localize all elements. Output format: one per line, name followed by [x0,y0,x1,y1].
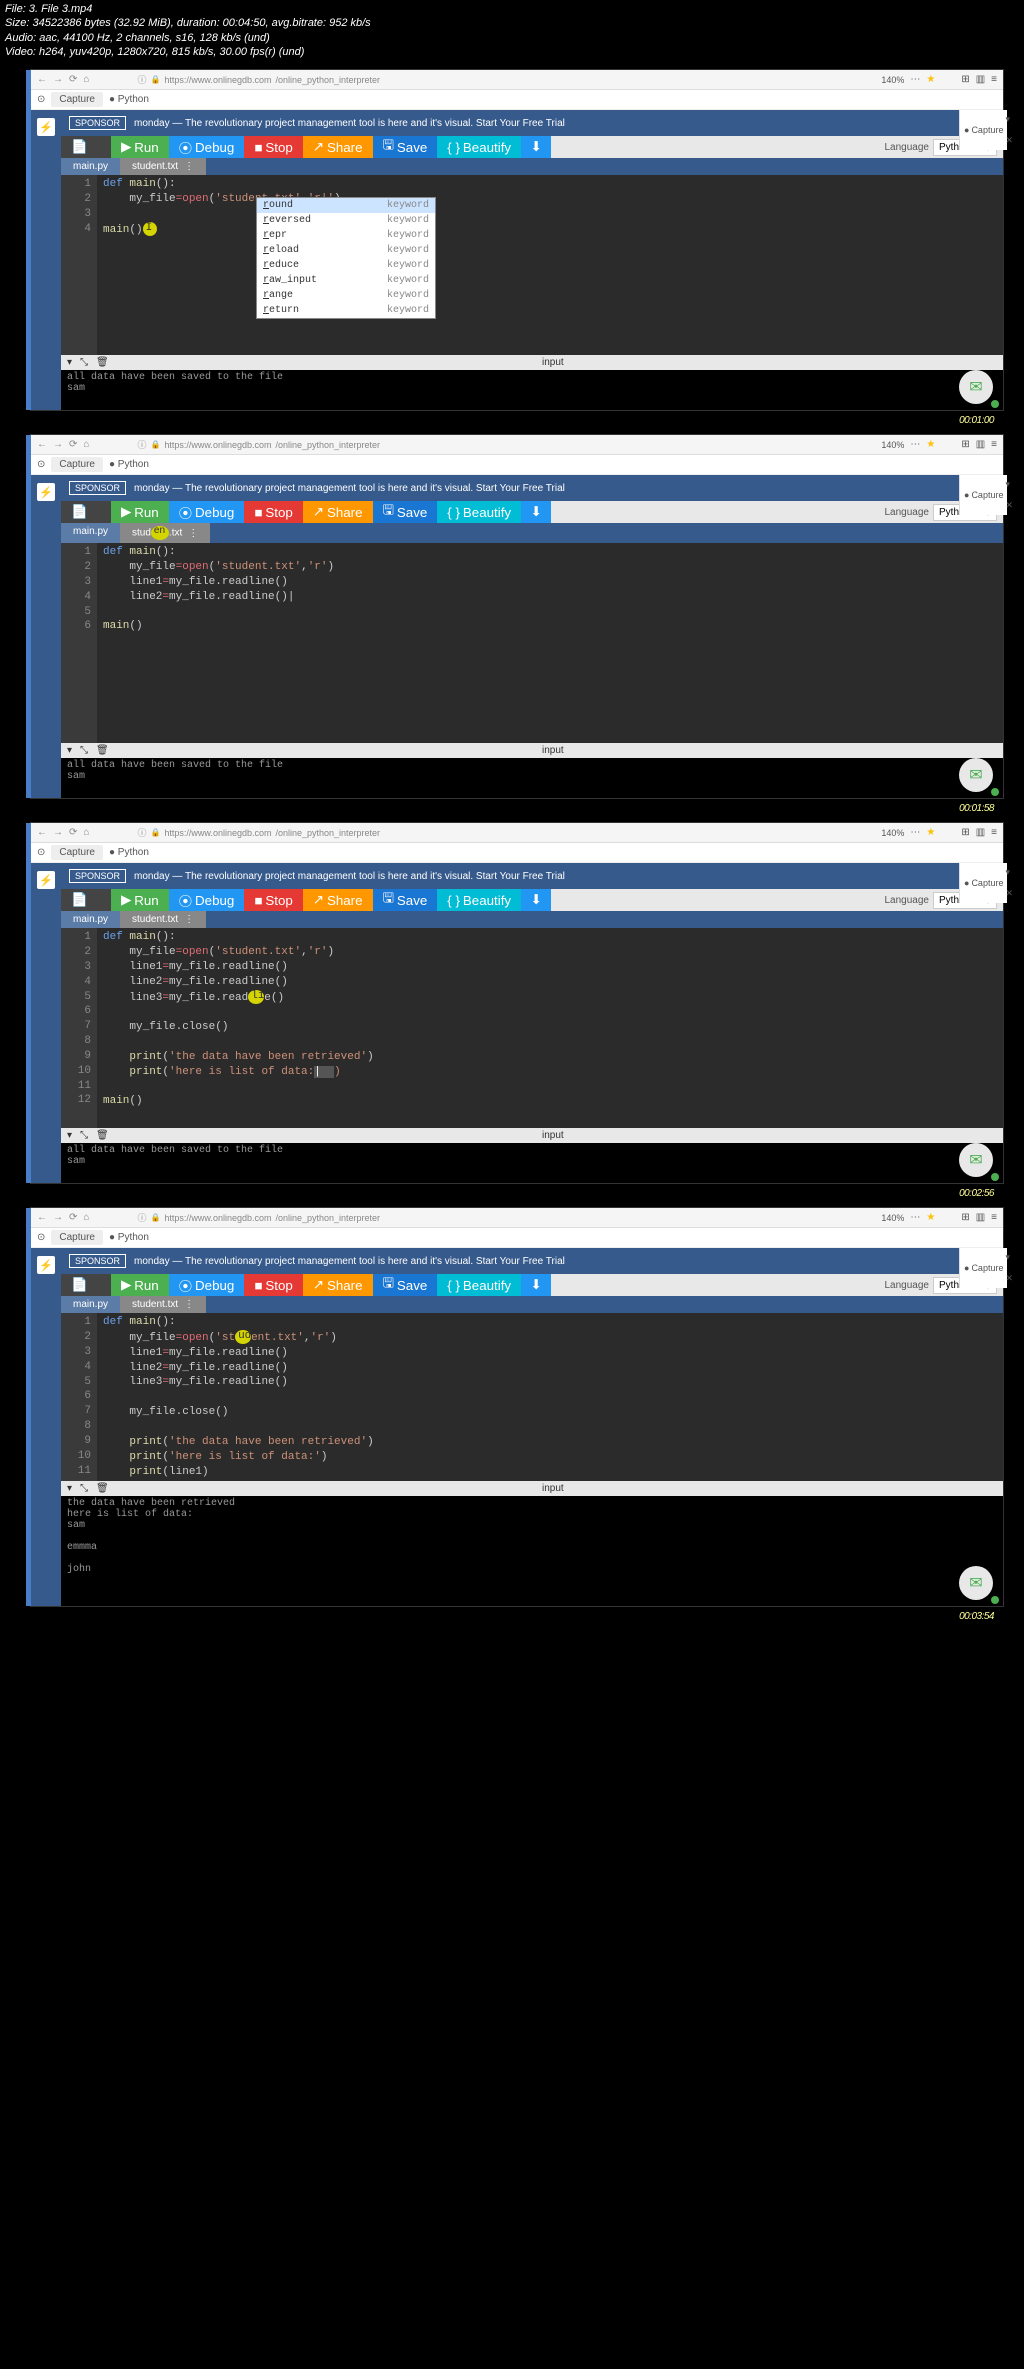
debug-button[interactable]: ⦿ Debug [169,136,245,158]
stop-button[interactable]: ■ Stop [244,501,302,523]
beautify-button[interactable]: { } Beautify [437,136,521,158]
download-button[interactable]: ⬇ [521,136,551,158]
resize-icon[interactable]: ⤡ [80,357,88,368]
run-button[interactable]: ▶ Run [111,889,169,911]
code-editor[interactable]: 1234 def main(): my_file=open('student.t… [61,175,1003,355]
beautify-button[interactable]: { } Beautify [437,1274,521,1296]
code-editor[interactable]: 123456789101112 def main(): my_file=open… [61,928,1003,1128]
cursor-highlight [143,222,157,236]
console-output: all data have been saved to the file sam [61,758,1003,798]
bolt-icon[interactable]: ⚡ [37,483,55,501]
code-editor[interactable]: 1234567891011 def main(): my_file=open('… [61,1313,1003,1481]
reload-icon[interactable]: ⟳ [69,439,77,450]
bookmark-icon[interactable]: ★ [926,74,935,85]
sidebar-icon[interactable]: ▥ [976,74,985,85]
run-button[interactable]: ▶ Run [111,1274,169,1296]
expand-icon[interactable]: ▾ [67,357,72,368]
save-button[interactable]: 🖫 Save [373,501,438,523]
address-bar[interactable]: ⓘ🔒https://www.onlinegdb.com/online_pytho… [137,438,380,451]
lock-icon: 🔒 [150,75,160,84]
debug-button[interactable]: ⦿ Debug [169,1274,245,1296]
console-input-bar: ▾⤡🗑 input [61,355,1003,370]
beautify-button[interactable]: { } Beautify [437,501,521,523]
debug-button[interactable]: ⦿ Debug [169,889,245,911]
back-icon[interactable]: ← [37,74,47,85]
zoom-level[interactable]: 140% [881,75,904,85]
stop-button[interactable]: ■ Stop [244,136,302,158]
devtools-capture[interactable]: ● Capture ▾ ✕ [959,475,1007,515]
autocomplete-popup[interactable]: roundkeyword reversedkeyword reprkeyword… [256,197,436,319]
screenshot-frame-3: ←→⟳⌂ⓘ🔒https://www.onlinegdb.com/online_p… [30,822,1004,1184]
console-output: the data have been retrieved here is lis… [61,1496,1003,1606]
media-info: File: 3. File 3.mp4 Size: 34522386 bytes… [0,0,1024,61]
new-file-button[interactable]: 📄 [61,136,111,158]
capture-icon[interactable]: ⊙ [37,94,45,105]
code-editor[interactable]: 123456 def main(): my_file=open('student… [61,543,1003,743]
console-output: all data have been saved to the file sam [61,370,1003,410]
shield-icon[interactable]: ⋯ [910,74,920,85]
python-tab[interactable]: ● Python [109,94,149,105]
browser-toolbar: ← → ⟳ ⌂ ⓘ 🔒 https://www.onlinegdb.com/on… [31,70,1003,90]
beautify-button[interactable]: { } Beautify [437,889,521,911]
save-button[interactable]: 🖫 Save [373,1274,438,1296]
share-button[interactable]: ↗ Share [303,1274,373,1296]
new-file-button[interactable]: 📄 [61,501,111,523]
run-button[interactable]: ▶ Run [111,501,169,523]
info-icon: ⓘ [137,73,146,86]
share-button[interactable]: ↗ Share [303,501,373,523]
save-button[interactable]: 🖫 Save [373,889,438,911]
stop-button[interactable]: ■ Stop [244,889,302,911]
tab-student[interactable]: student.txt⋮ [120,158,206,175]
screenshot-frame-4: ←→⟳⌂ⓘ🔒https://www.onlinegdb.com/online_p… [30,1207,1004,1607]
save-button[interactable]: 🖫 Save [373,136,438,158]
timestamp: 00:01:00 [0,415,1024,426]
tab-main[interactable]: main.py [61,158,120,175]
devtools-capture[interactable]: ● Capture ▾ ✕ [959,110,1007,150]
screenshot-frame-1: ← → ⟳ ⌂ ⓘ 🔒 https://www.onlinegdb.com/on… [30,69,1004,411]
address-bar[interactable]: ⓘ 🔒 https://www.onlinegdb.com/online_pyt… [137,73,380,86]
library-icon[interactable]: ⊞ [961,74,969,85]
chat-fab[interactable]: ✉ [959,370,993,404]
run-button[interactable]: ▶ Run [111,136,169,158]
chat-fab[interactable]: ✉ [959,758,993,792]
forward-icon[interactable]: → [53,439,63,450]
home-icon[interactable]: ⌂ [83,74,89,85]
forward-icon[interactable]: → [53,74,63,85]
download-button[interactable]: ⬇ [521,501,551,523]
ide-toolbar: 📄 ▶ Run ⦿ Debug ■ Stop ↗ Share 🖫 Save { … [61,136,1003,158]
chat-fab[interactable]: ✉ [959,1143,993,1177]
home-icon[interactable]: ⌂ [83,439,89,450]
screenshot-frame-2: ← → ⟳ ⌂ ⓘ🔒https://www.onlinegdb.com/online_p… [30,434,1004,799]
tab-student[interactable]: stud.txt⋮ [120,523,210,543]
app-sidebar: ⚡ [31,110,61,410]
share-button[interactable]: ↗ Share [303,889,373,911]
share-button[interactable]: ↗ Share [303,136,373,158]
console-output: all data have been saved to the file sam [61,1143,1003,1183]
debug-button[interactable]: ⦿ Debug [169,501,245,523]
back-icon[interactable]: ← [37,439,47,450]
stop-button[interactable]: ■ Stop [244,1274,302,1296]
capture-tab[interactable]: Capture [51,92,103,107]
menu-icon[interactable]: ≡ [991,74,997,85]
tab-main[interactable]: main.py [61,523,120,543]
sponsor-banner[interactable]: SPONSOR monday — The revolutionary proje… [61,110,1003,136]
trash-icon[interactable]: 🗑 [96,357,109,368]
bolt-icon[interactable]: ⚡ [37,118,55,136]
reload-icon[interactable]: ⟳ [69,74,77,85]
